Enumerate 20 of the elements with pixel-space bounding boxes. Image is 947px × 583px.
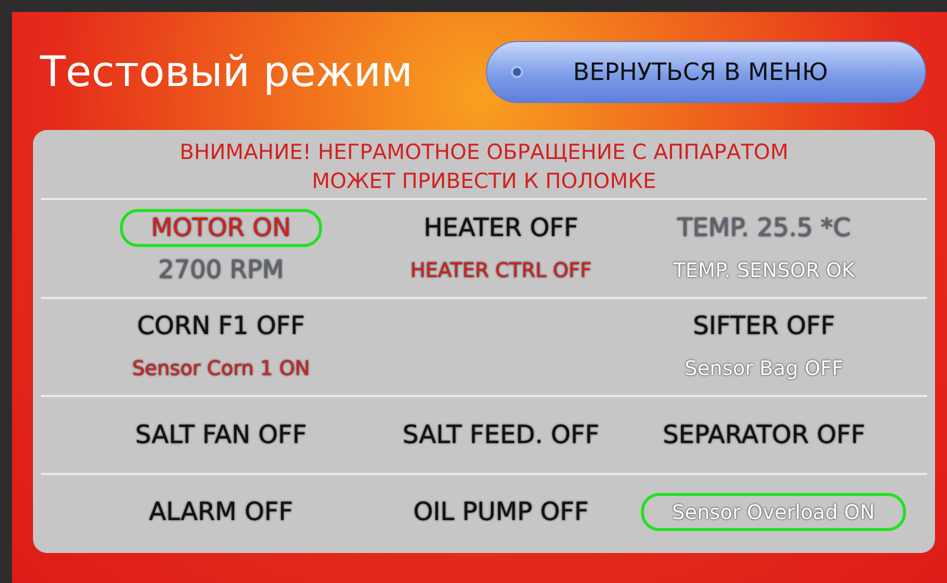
bullet-icon [511, 66, 523, 78]
status-text: MOTOR ON [120, 208, 322, 246]
status-text: TEMP. 25.5 *C [676, 212, 852, 244]
status-text: Sensor Corn 1 ON [131, 355, 311, 382]
status-text: SEPARATOR OFF [662, 419, 866, 451]
status-text: Sensor Bag OFF [684, 355, 844, 382]
status-text: CORN F1 OFF [136, 310, 306, 342]
menu-button[interactable]: ВЕРНУТЬСЯ В МЕНЮ [486, 41, 926, 103]
warning-text: МОЖЕТ ПРИВЕСТИ К ПОЛОМКЕ [312, 168, 656, 195]
status-text: 2700 RPM [157, 254, 285, 286]
warning-text: ВНИМАНИЕ! НЕГРАМОТНОЕ ОБРАЩЕНИЕ С АППАРАТОМ [180, 139, 788, 166]
status-text: SALT FEED. OFF [402, 419, 600, 451]
status-text: OIL PUMP OFF [412, 496, 590, 528]
status-text: HEATER OFF [422, 212, 580, 244]
screen-title: Тестовый режим [38, 51, 413, 93]
status-text: ALARM OFF [148, 496, 294, 528]
status-text: SIFTER OFF [692, 310, 836, 342]
status-text: SALT FAN OFF [134, 419, 308, 451]
status-text: Sensor Overload ON [641, 493, 906, 531]
status-text: HEATER CTRL OFF [409, 256, 593, 284]
